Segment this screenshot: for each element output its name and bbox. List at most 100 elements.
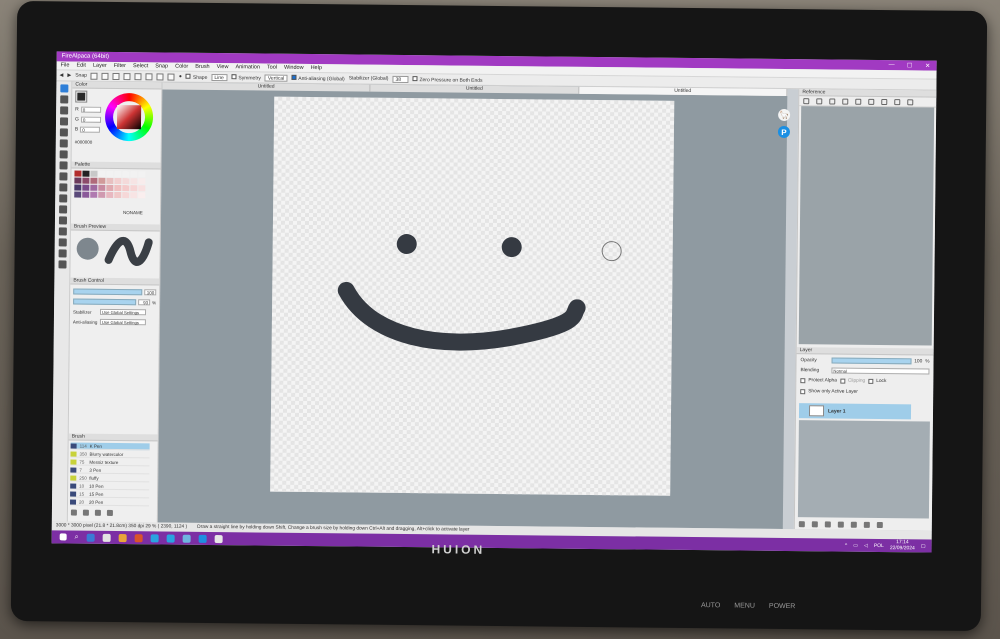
saturation-value-square[interactable] xyxy=(116,104,142,130)
palette-swatch[interactable] xyxy=(130,171,138,178)
snap-grid-icon[interactable] xyxy=(112,72,120,80)
network-icon[interactable]: ▭ xyxy=(853,542,858,548)
palette-swatch[interactable] xyxy=(130,192,138,199)
snap-curve-icon[interactable] xyxy=(156,72,164,80)
delete-brush-icon[interactable] xyxy=(106,509,113,516)
fill-tool-icon[interactable] xyxy=(59,128,68,137)
palette-swatch[interactable] xyxy=(90,191,98,198)
snap-parallel-icon[interactable] xyxy=(101,72,109,80)
reference-view[interactable] xyxy=(798,106,935,346)
text-tool-icon[interactable] xyxy=(58,216,68,225)
folder-icon[interactable] xyxy=(82,509,89,516)
palette-swatch[interactable] xyxy=(98,177,106,184)
taskbar-app-icon[interactable] xyxy=(102,533,111,542)
paypal-icon[interactable]: P xyxy=(777,125,791,139)
taskbar-app-icon[interactable] xyxy=(182,534,191,543)
ref-open-icon[interactable] xyxy=(803,97,810,104)
ref-zoom-in-icon[interactable] xyxy=(829,97,836,105)
show-active-checkbox[interactable] xyxy=(800,389,806,395)
operation-tool-icon[interactable] xyxy=(58,227,67,236)
brush-item[interactable]: 350 Blurry watercolor xyxy=(70,450,150,459)
snap-3d-icon[interactable] xyxy=(167,73,175,81)
hex-value[interactable]: #000000 xyxy=(75,140,93,145)
palette-swatch[interactable] xyxy=(90,184,98,191)
symmetry-select[interactable]: Vertical xyxy=(264,74,288,82)
layer-opacity-value[interactable]: 100 xyxy=(914,359,922,364)
brush-opacity-slider[interactable] xyxy=(73,298,137,306)
palette-swatch[interactable] xyxy=(74,184,82,191)
brush-item[interactable]: 15 15 Pen xyxy=(70,490,150,499)
taskbar-app-icon[interactable] xyxy=(198,534,207,543)
bucket-tool-icon[interactable] xyxy=(59,150,68,159)
stabilizer-select[interactable]: 38 xyxy=(392,75,409,83)
hand-tool-icon[interactable] xyxy=(58,260,67,269)
palette-swatch[interactable] xyxy=(82,191,90,198)
blending-select[interactable]: Normal xyxy=(831,367,930,375)
ref-zoom-out-icon[interactable] xyxy=(842,98,849,105)
menu-edit[interactable]: Edit xyxy=(76,63,86,69)
ref-rotate-right-icon[interactable] xyxy=(907,98,914,105)
taskbar-app-icon[interactable] xyxy=(166,534,175,543)
lock-checkbox[interactable] xyxy=(868,378,874,384)
palette-swatch[interactable] xyxy=(74,191,82,198)
palette-swatch[interactable] xyxy=(122,192,130,199)
menu-view[interactable]: View xyxy=(217,64,229,70)
palette-swatch[interactable] xyxy=(106,191,114,198)
ref-delete-icon[interactable] xyxy=(816,97,823,104)
select-pen-icon[interactable] xyxy=(59,194,68,203)
palette-swatch[interactable] xyxy=(138,185,146,192)
palette-swatch[interactable] xyxy=(122,178,130,185)
shape-checkbox[interactable] xyxy=(185,73,191,79)
taskbar-app-icon[interactable] xyxy=(150,533,159,542)
undo-icon[interactable]: ◀ xyxy=(59,72,63,78)
layer-opacity-slider[interactable] xyxy=(831,357,912,365)
new-1bit-layer-icon[interactable] xyxy=(824,521,831,528)
power-button-label[interactable]: POWER xyxy=(769,603,796,610)
b-input[interactable]: 0 xyxy=(80,126,101,133)
brush-size-slider[interactable] xyxy=(73,288,143,296)
brush-item[interactable]: 114 K Pen xyxy=(70,442,150,451)
ref-eyedropper-icon[interactable] xyxy=(881,98,888,105)
brush-antialias-select[interactable]: Use Global Settings xyxy=(99,318,146,326)
clock[interactable]: 17:14 22/09/2024 xyxy=(890,539,915,551)
select-tool-icon[interactable] xyxy=(59,161,68,170)
r-input[interactable]: 0 xyxy=(80,106,101,113)
maximize-button[interactable]: ☐ xyxy=(901,62,919,69)
palette-swatch[interactable] xyxy=(106,184,114,191)
foreground-color-swatch[interactable] xyxy=(75,90,88,103)
palette-swatch[interactable] xyxy=(114,177,122,185)
ref-actual-icon[interactable] xyxy=(868,98,875,105)
move-tool-icon[interactable] xyxy=(59,117,69,126)
palette-swatch[interactable] xyxy=(138,171,146,178)
palette-swatch[interactable] xyxy=(114,191,122,199)
taskbar-app-icon[interactable] xyxy=(118,533,127,542)
menu-help[interactable]: Help xyxy=(311,65,322,71)
palette-swatch[interactable] xyxy=(98,184,106,191)
language-indicator[interactable]: POL xyxy=(874,542,884,548)
palette-swatch[interactable] xyxy=(114,184,122,192)
snap-radial-icon[interactable] xyxy=(134,72,142,80)
menu-tool[interactable]: Tool xyxy=(267,65,277,71)
palette-swatch[interactable] xyxy=(98,191,106,198)
brush-item[interactable]: 20 20 Pen xyxy=(69,498,150,507)
clipping-checkbox[interactable] xyxy=(839,378,845,384)
zero-pressure-checkbox[interactable] xyxy=(412,75,418,81)
duplicate-layer-icon[interactable] xyxy=(850,521,857,528)
layer-folder-icon[interactable] xyxy=(837,521,844,528)
menu-select[interactable]: Select xyxy=(133,63,148,69)
palette-swatch[interactable] xyxy=(138,192,146,199)
protect-alpha-checkbox[interactable] xyxy=(800,378,806,384)
tab-untitled-2[interactable]: Untitled xyxy=(370,84,580,94)
snap-crisscross-icon[interactable] xyxy=(123,72,131,80)
snap-circle-icon[interactable] xyxy=(145,72,153,80)
new-layer-icon[interactable] xyxy=(798,521,805,528)
menu-filter[interactable]: Filter xyxy=(114,63,126,69)
start-icon[interactable] xyxy=(59,533,67,541)
g-input[interactable]: 0 xyxy=(80,116,101,123)
tray-chevron-icon[interactable]: ^ xyxy=(845,542,847,548)
palette-swatch[interactable] xyxy=(106,177,114,184)
alpaca-icon[interactable]: 🦙 xyxy=(778,108,791,122)
palette-swatch[interactable] xyxy=(114,170,122,178)
lasso-tool-icon[interactable] xyxy=(59,172,68,181)
snap-off-icon[interactable] xyxy=(90,72,98,80)
